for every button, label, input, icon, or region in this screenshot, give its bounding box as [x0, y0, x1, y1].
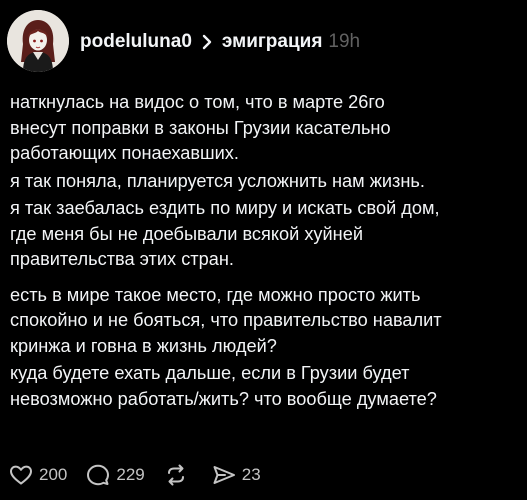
text-line: правительства этих стран. [10, 249, 234, 269]
comment-count: 229 [116, 465, 145, 484]
text-line: спокойно и не бояться, что правительство… [10, 310, 442, 330]
text-line: кринжа и говна в жизнь людей? [10, 335, 277, 356]
share-count: 23 [241, 465, 261, 484]
avatar-illustration [7, 10, 69, 72]
send-icon [213, 466, 235, 484]
username[interactable]: podelulunа0 [80, 31, 192, 53]
text-line: есть в мире такое место, где можно прост… [10, 284, 421, 305]
comment-button[interactable]: 229 [85, 462, 145, 488]
paragraph-2: есть в мире такое место, где можно прост… [10, 283, 522, 413]
action-bar: 200 229 23 [8, 462, 279, 488]
repost-icon [167, 464, 184, 486]
thread-post: podelulunа0 эмиграция 19h наткнулась на … [0, 0, 527, 500]
heart-icon [10, 465, 32, 485]
chevron-right-icon [202, 34, 212, 50]
like-button[interactable]: 200 [8, 462, 67, 488]
text-line: я так заебалась ездить по миру и искать … [10, 198, 440, 218]
post-header: podelulunа0 эмиграция 19h [80, 31, 360, 53]
post-timestamp: 19h [328, 31, 361, 52]
repost-button[interactable] [163, 462, 189, 488]
text-line: внесут поправки в законы Грузии касатель… [10, 117, 391, 138]
comment-bubble-icon [87, 464, 110, 486]
post-body: наткнулась на видос о том, что в марте 2… [10, 90, 522, 412]
text-line: я так поняла, планируется усложнить нам … [10, 170, 425, 191]
avatar[interactable] [7, 10, 69, 72]
share-button[interactable]: 23 [211, 462, 261, 488]
paragraph-1: наткнулась на видос о том, что в марте 2… [10, 90, 522, 273]
like-count: 200 [39, 465, 68, 484]
text-line: куда будете ехать дальше, если в Грузии … [10, 363, 410, 383]
text-line: где меня бы не доебывали всякой хуйней [10, 223, 363, 244]
text-line: невозможно работать/жить? что вообще дум… [10, 388, 437, 409]
text-line: работающих понаехавших. [10, 143, 239, 163]
text-line: наткнулась на видос о том, что в марте 2… [10, 92, 385, 112]
topic-tag[interactable]: эмиграция [222, 31, 323, 53]
